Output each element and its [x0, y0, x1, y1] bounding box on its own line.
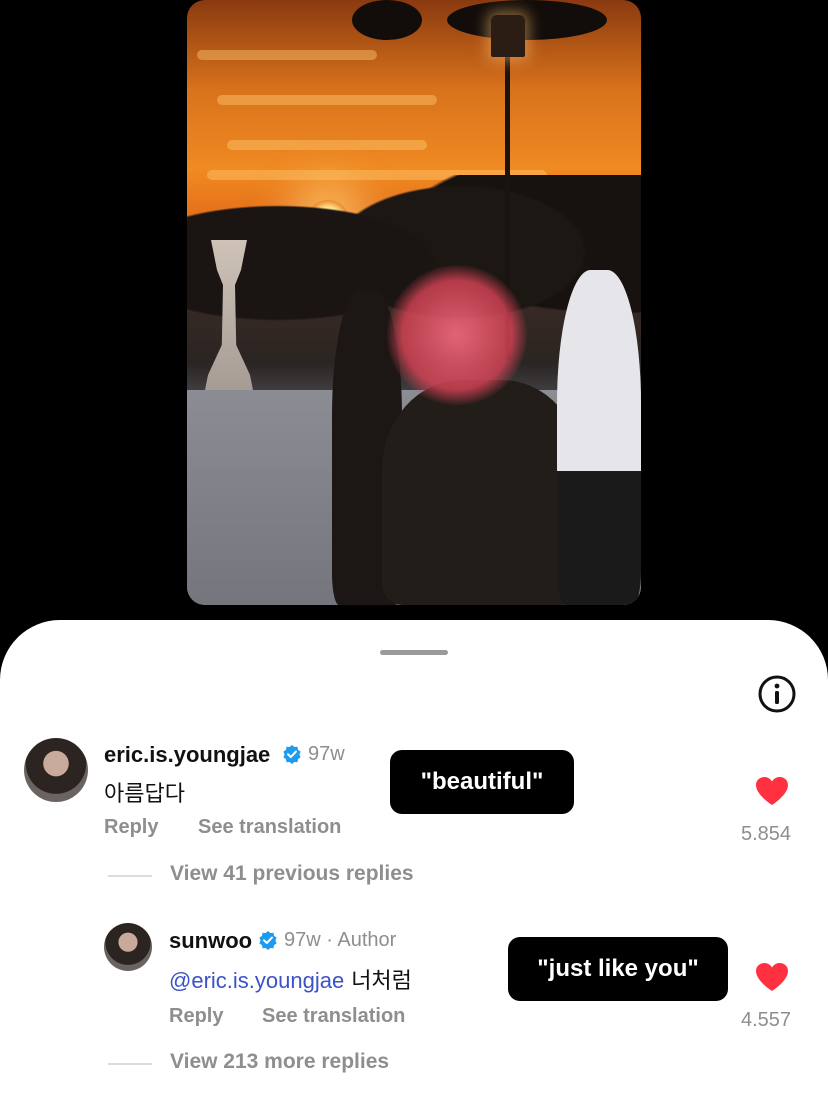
replies-divider: [108, 875, 152, 877]
replies-divider: [108, 1063, 152, 1065]
see-translation-button[interactable]: See translation: [262, 1005, 405, 1028]
sky-cloud: [197, 50, 377, 60]
view-previous-replies-button[interactable]: View 41 previous replies: [170, 862, 414, 886]
comment-text: @eric.is.youngjae 너처럼: [169, 963, 412, 995]
like-count: 4.557: [741, 1009, 792, 1031]
avatar[interactable]: [24, 738, 88, 802]
video-player[interactable]: [187, 0, 641, 605]
comments-sheet: eric.is.youngjae 97w 아름답다 Reply See tran…: [0, 620, 828, 1101]
comment-body: 너처럼: [344, 969, 412, 994]
caption-overlay: "beautiful": [390, 750, 574, 814]
view-more-replies-button[interactable]: View 213 more replies: [170, 1050, 389, 1074]
comment-timestamp: 97w · Author: [284, 929, 397, 951]
comment-username[interactable]: sunwoo: [169, 928, 252, 954]
like-count: 5.854: [741, 823, 792, 845]
comment-username[interactable]: eric.is.youngjae: [104, 742, 270, 768]
avatar[interactable]: [104, 923, 152, 971]
sky-cloud: [217, 95, 437, 105]
tree-leaves: [447, 0, 607, 40]
comment-timestamp: 97w: [308, 743, 345, 765]
mention-link[interactable]: @eric.is.youngjae: [169, 968, 344, 993]
info-icon[interactable]: [757, 674, 797, 714]
verified-badge-icon: [283, 745, 301, 764]
see-translation-button[interactable]: See translation: [198, 816, 341, 839]
tree-leaves: [352, 0, 422, 40]
heart-icon[interactable]: [755, 776, 789, 806]
heart-icon[interactable]: [755, 962, 789, 992]
sheet-grabber[interactable]: [380, 650, 448, 655]
sky-cloud: [227, 140, 427, 150]
person-silhouette: [382, 380, 582, 605]
verified-badge-icon: [259, 931, 277, 950]
comment-text: 아름답다: [104, 782, 185, 807]
lamp-head: [491, 15, 525, 57]
lens-flare: [387, 265, 527, 405]
reply-button[interactable]: Reply: [169, 1005, 223, 1028]
reply-button[interactable]: Reply: [104, 816, 158, 839]
person-silhouette: [557, 270, 641, 605]
caption-overlay: "just like you": [508, 937, 728, 1001]
